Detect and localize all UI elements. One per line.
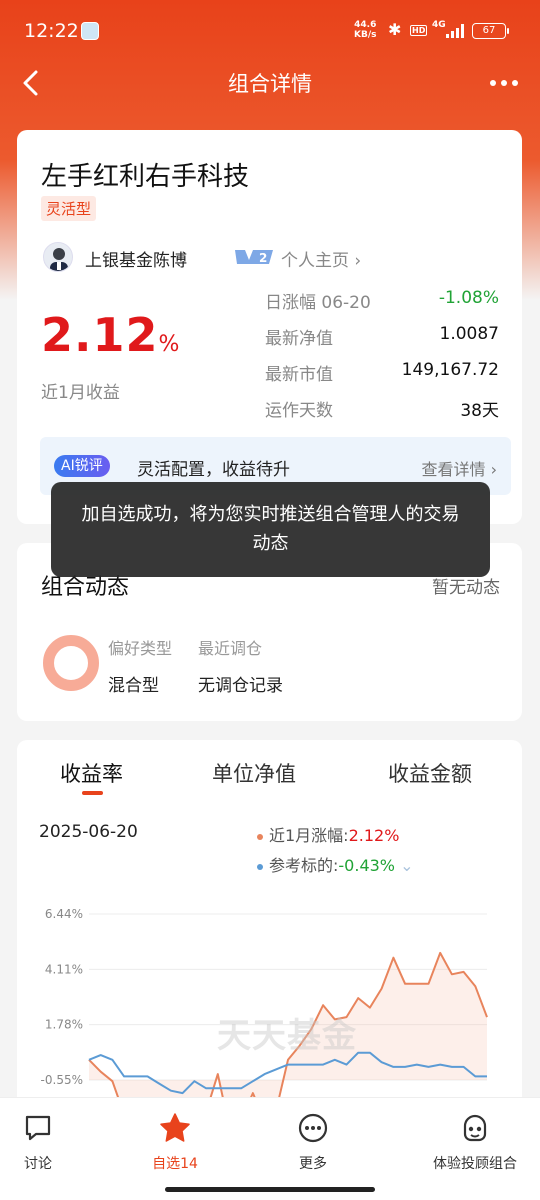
chevron-right-icon: › — [485, 460, 497, 479]
nav-advisor[interactable]: 体验投顾组合 — [420, 1112, 530, 1173]
bottom-nav: 讨论 自选14 更多 体验投顾组合 — [0, 1097, 540, 1200]
homepage-link[interactable]: 个人主页 › — [281, 246, 361, 271]
tab-return-rate[interactable]: 收益率 — [60, 758, 123, 788]
stat-row: 最新市值 149,167.72 — [265, 360, 499, 396]
more-dots-icon — [490, 80, 518, 86]
stat-row: 日涨幅 06-20 -1.08% — [265, 288, 499, 324]
return-unit: % — [158, 332, 180, 357]
net-speed-unit: KB/s — [354, 30, 377, 40]
star-icon — [160, 1113, 190, 1142]
net-speed-value: 44.6 — [354, 20, 377, 30]
stat-label: 日涨幅 06-20 — [265, 293, 371, 313]
nav-watchlist[interactable]: 自选14 — [140, 1112, 210, 1173]
recent-rebalance-value: 无调仓记录 — [198, 676, 283, 696]
return-value: 2.12% — [41, 308, 179, 362]
signal-icon — [446, 24, 464, 38]
y-tick-label: -0.55% — [41, 1073, 83, 1087]
ai-detail-label: 查看详情 — [421, 460, 486, 479]
legend-dot-icon — [257, 863, 263, 870]
portfolio-summary-card: 左手红利右手科技 灵活型 上银基金陈博 2 个人主页 › 2.12% 近1月收益… — [17, 130, 522, 524]
page-title: 组合详情 — [228, 72, 312, 96]
comment-icon — [25, 1115, 51, 1141]
ai-detail-link[interactable]: 查看详情 › — [422, 456, 498, 480]
nav-discuss[interactable]: 讨论 — [10, 1112, 66, 1173]
preference-ring-icon — [43, 635, 99, 691]
legend-value: 2.12% — [348, 826, 400, 845]
legend-portfolio: 近1月涨幅:2.12% — [257, 822, 399, 846]
portfolio-name: 左手红利右手科技 — [41, 162, 250, 192]
chart-date: 2025-06-20 — [39, 822, 138, 842]
nav-label: 自选14 — [152, 1156, 198, 1172]
preference-value: 混合型 — [108, 676, 159, 696]
home-indicator — [165, 1187, 375, 1192]
active-tab-indicator — [82, 791, 103, 795]
chevron-right-icon: › — [349, 251, 362, 271]
battery-icon: 67 — [472, 23, 509, 39]
legend-dot-icon — [257, 833, 263, 840]
stats-list: 日涨幅 06-20 -1.08% 最新净值 1.0087 最新市值 149,16… — [265, 288, 499, 432]
preference-label: 偏好类型 — [108, 639, 173, 658]
return-chart[interactable]: 6.44% 4.11% 1.78% -0.55% — [17, 890, 522, 1110]
net-speed: 44.6 KB/s — [354, 20, 376, 40]
stat-value: 38天 — [460, 401, 499, 421]
stat-value: -1.08% — [438, 288, 499, 308]
return-number: 2.12 — [41, 308, 159, 362]
svg-text:2: 2 — [259, 251, 267, 265]
return-label: 近1月收益 — [41, 383, 120, 403]
toast-message: 加自选成功，将为您实时推送组合管理人的交易动态 — [51, 482, 490, 577]
tab-return-amount[interactable]: 收益金额 — [388, 758, 472, 788]
nav-label: 讨论 — [24, 1156, 52, 1172]
bluetooth-icon: ✱ — [388, 20, 402, 39]
chevron-left-icon — [23, 70, 38, 96]
legend-label: 参考标的: — [269, 856, 339, 875]
tab-unit-nav[interactable]: 单位净值 — [212, 758, 296, 788]
avatar — [43, 242, 73, 272]
watermark: 天天基金 — [217, 1016, 357, 1056]
y-tick-label: 4.11% — [45, 962, 83, 976]
stat-row: 最新净值 1.0087 — [265, 324, 499, 360]
legend-label: 近1月涨幅: — [269, 826, 349, 845]
recent-rebalance-label: 最近调仓 — [198, 639, 263, 658]
robot-icon — [463, 1114, 487, 1142]
chevron-down-icon: ⌄ — [395, 856, 414, 875]
stat-value: 149,167.72 — [401, 360, 499, 380]
app-notification-icon — [81, 22, 99, 40]
stat-label: 最新净值 — [265, 329, 333, 349]
nav-label: 更多 — [299, 1156, 327, 1172]
portfolio-type-tag: 灵活型 — [41, 196, 97, 221]
nav-label: 体验投顾组合 — [433, 1156, 517, 1172]
y-tick-label: 1.78% — [45, 1018, 83, 1032]
ai-review-text: 灵活配置，收益待升 — [137, 460, 290, 480]
stat-row: 运作天数 38天 — [265, 396, 499, 432]
legend-benchmark[interactable]: 参考标的:-0.43% ⌄ — [257, 852, 414, 876]
y-tick-label: 6.44% — [45, 907, 83, 921]
homepage-link-label: 个人主页 — [281, 251, 349, 271]
back-button[interactable] — [18, 66, 48, 100]
more-circle-icon — [298, 1113, 328, 1143]
verified-badge-icon: 2 — [233, 248, 275, 266]
stat-value: 1.0087 — [439, 324, 499, 344]
nav-header: 组合详情 — [0, 60, 540, 106]
status-bar: 12:22 44.6 KB/s ✱ HD 4G 67 — [0, 0, 540, 60]
manager-name: 上银基金陈博 — [85, 251, 187, 271]
more-button[interactable] — [488, 66, 520, 100]
nav-more[interactable]: 更多 — [285, 1112, 341, 1173]
status-time: 12:22 — [24, 20, 79, 42]
hd-badge: HD — [410, 25, 428, 36]
stat-label: 最新市值 — [265, 365, 333, 385]
legend-value: -0.43% — [338, 856, 396, 875]
ai-badge: AI锐评 — [54, 455, 110, 477]
stat-label: 运作天数 — [265, 401, 333, 421]
network-type: 4G — [432, 20, 446, 30]
